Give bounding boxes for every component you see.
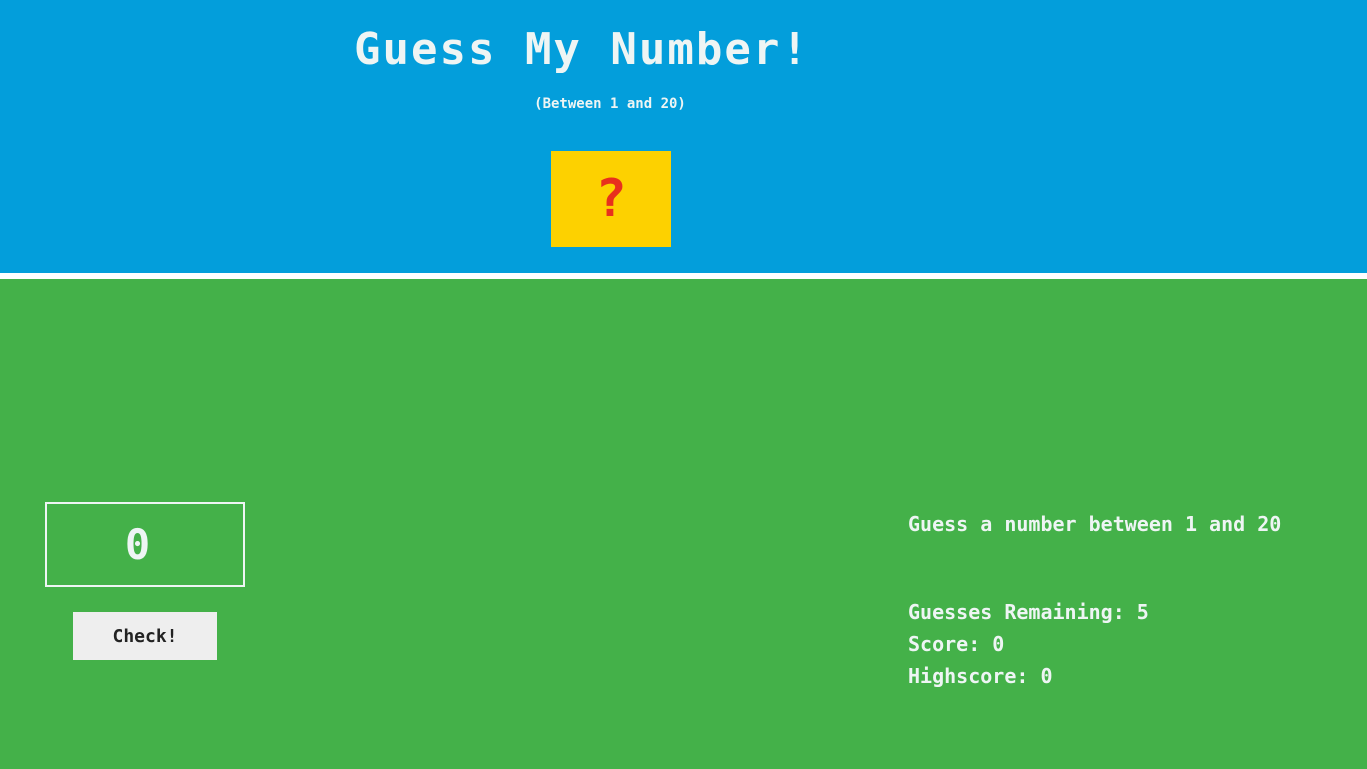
guesses-remaining-value: 5 [1136, 600, 1149, 624]
highscore-label: Highscore: [908, 664, 1029, 688]
page-title: Guess My Number! [354, 24, 810, 75]
guesses-remaining-label: Guesses Remaining: [908, 600, 1125, 624]
secret-number-box: ? [551, 151, 671, 247]
header-panel: Guess My Number! (Between 1 and 20) ? [0, 0, 1367, 273]
guess-input[interactable] [45, 502, 245, 587]
highscore-value: 0 [1040, 664, 1053, 688]
range-subtitle: (Between 1 and 20) [534, 96, 686, 112]
highscore: Highscore: 0 [908, 664, 1053, 688]
check-button[interactable]: Check! [73, 612, 217, 660]
score-value: 0 [992, 632, 1005, 656]
guesses-remaining: Guesses Remaining: 5 [908, 600, 1149, 624]
status-message: Guess a number between 1 and 20 [908, 512, 1282, 536]
score: Score: 0 [908, 632, 1004, 656]
question-mark-icon: ? [595, 169, 627, 229]
score-label: Score: [908, 632, 981, 656]
